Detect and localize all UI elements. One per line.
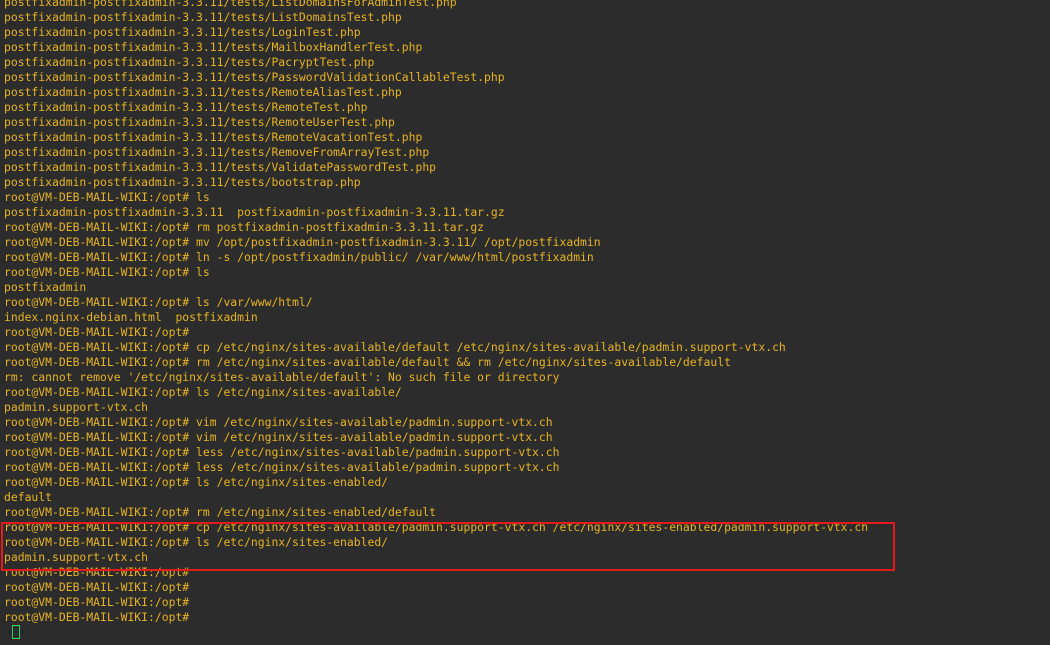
terminal-line: postfixadmin-postfixadmin-3.3.11/tests/P… [4, 70, 505, 84]
terminal-line: root@VM-DEB-MAIL-WIKI:/opt# ls /etc/ngin… [4, 385, 402, 399]
terminal-line: root@VM-DEB-MAIL-WIKI:/opt# less /etc/ng… [4, 460, 560, 474]
terminal-line: root@VM-DEB-MAIL-WIKI:/opt# [4, 610, 190, 624]
terminal-line: root@VM-DEB-MAIL-WIKI:/opt# rm /etc/ngin… [4, 355, 731, 369]
terminal-line: root@VM-DEB-MAIL-WIKI:/opt# ls /etc/ngin… [4, 475, 389, 489]
terminal-line: postfixadmin-postfixadmin-3.3.11/tests/L… [4, 0, 457, 9]
terminal-line: root@VM-DEB-MAIL-WIKI:/opt# mv /opt/post… [4, 235, 601, 249]
terminal-line: postfixadmin-postfixadmin-3.3.11/tests/M… [4, 40, 423, 54]
terminal-line: root@VM-DEB-MAIL-WIKI:/opt# vim /etc/ngi… [4, 430, 553, 444]
terminal-line: root@VM-DEB-MAIL-WIKI:/opt# [4, 580, 190, 594]
terminal-line: root@VM-DEB-MAIL-WIKI:/opt# ls /var/www/… [4, 295, 313, 309]
terminal-line: index.nginx-debian.html postfixadmin [4, 310, 258, 324]
cursor-icon[interactable] [11, 625, 20, 639]
terminal-line: rm: cannot remove '/etc/nginx/sites-avai… [4, 370, 560, 384]
terminal-line: postfixadmin-postfixadmin-3.3.11 postfix… [4, 205, 505, 219]
terminal-line: postfixadmin-postfixadmin-3.3.11/tests/R… [4, 100, 368, 114]
terminal-line: root@VM-DEB-MAIL-WIKI:/opt# cp /etc/ngin… [4, 340, 786, 354]
terminal-line: root@VM-DEB-MAIL-WIKI:/opt# rm /etc/ngin… [4, 505, 437, 519]
terminal-line: padmin.support-vtx.ch [4, 400, 149, 414]
terminal-line: postfixadmin-postfixadmin-3.3.11/tests/b… [4, 175, 361, 189]
terminal-line: root@VM-DEB-MAIL-WIKI:/opt# [4, 595, 190, 609]
terminal-line: postfixadmin-postfixadmin-3.3.11/tests/R… [4, 115, 395, 129]
terminal-line: root@VM-DEB-MAIL-WIKI:/opt# rm postfixad… [4, 220, 485, 234]
terminal-line: root@VM-DEB-MAIL-WIKI:/opt# ls [4, 190, 210, 204]
terminal-line: root@VM-DEB-MAIL-WIKI:/opt# less /etc/ng… [4, 445, 560, 459]
terminal-line: root@VM-DEB-MAIL-WIKI:/opt# [4, 565, 190, 579]
terminal-output: postfixadmin-postfixadmin-3.3.11/tests/L… [4, 0, 868, 640]
terminal-window[interactable]: postfixadmin-postfixadmin-3.3.11/tests/L… [0, 0, 1050, 645]
terminal-line: postfixadmin-postfixadmin-3.3.11/tests/R… [4, 145, 430, 159]
terminal-line: root@VM-DEB-MAIL-WIKI:/opt# vim /etc/ngi… [4, 415, 553, 429]
terminal-line: postfixadmin-postfixadmin-3.3.11/tests/L… [4, 10, 402, 24]
terminal-line: postfixadmin-postfixadmin-3.3.11/tests/R… [4, 85, 402, 99]
terminal-line: root@VM-DEB-MAIL-WIKI:/opt# ls /etc/ngin… [4, 535, 389, 549]
terminal-line: postfixadmin-postfixadmin-3.3.11/tests/R… [4, 130, 423, 144]
terminal-line: padmin.support-vtx.ch [4, 550, 149, 564]
terminal-line: postfixadmin [4, 280, 87, 294]
terminal-line: root@VM-DEB-MAIL-WIKI:/opt# [4, 325, 190, 339]
terminal-line: postfixadmin-postfixadmin-3.3.11/tests/P… [4, 55, 375, 69]
terminal-line: postfixadmin-postfixadmin-3.3.11/tests/V… [4, 160, 437, 174]
terminal-line: root@VM-DEB-MAIL-WIKI:/opt# cp /etc/ngin… [4, 520, 869, 534]
terminal-prompt-line[interactable] [4, 625, 868, 640]
terminal-line: root@VM-DEB-MAIL-WIKI:/opt# ls [4, 265, 210, 279]
terminal-line: default [4, 490, 53, 504]
terminal-line: postfixadmin-postfixadmin-3.3.11/tests/L… [4, 25, 361, 39]
terminal-line: root@VM-DEB-MAIL-WIKI:/opt# ln -s /opt/p… [4, 250, 594, 264]
